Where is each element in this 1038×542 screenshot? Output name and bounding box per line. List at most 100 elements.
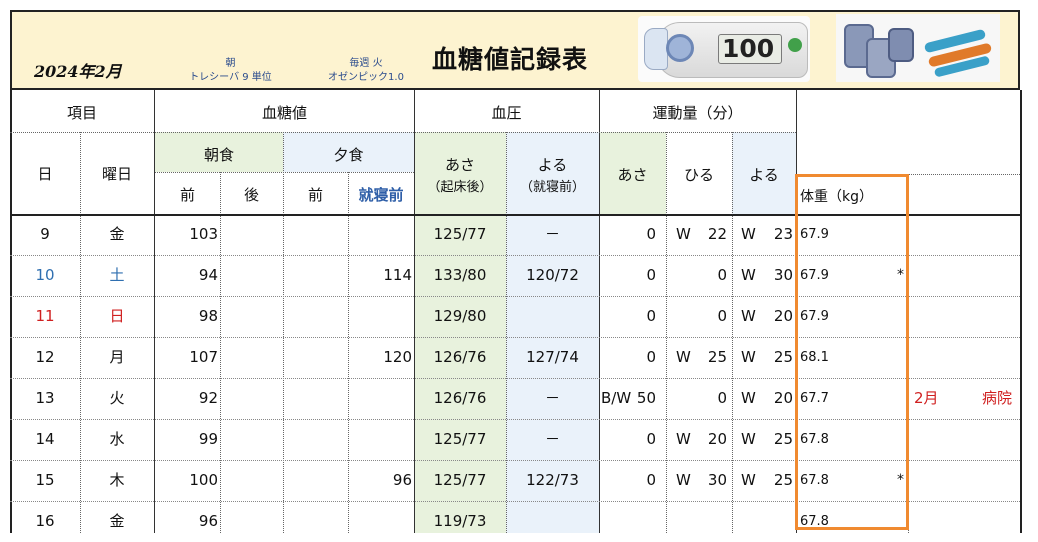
cell-ex-noon bbox=[666, 501, 727, 542]
cell-ex-night: 25 bbox=[773, 348, 793, 366]
header-bp-morning: あさ bbox=[444, 156, 475, 174]
cell-day: 16 bbox=[35, 512, 55, 530]
cell-note-event bbox=[960, 419, 1012, 460]
test-supplies-image bbox=[836, 14, 1000, 82]
cell-ex-night: 23 bbox=[773, 225, 793, 243]
cell-breakfast-after bbox=[220, 337, 281, 378]
meter-cap bbox=[644, 28, 668, 70]
medication-name: オゼンピック1.0 bbox=[328, 72, 404, 83]
cell-ex-noon: 0 bbox=[717, 307, 727, 325]
header-day: 日 bbox=[37, 165, 53, 183]
header-glucose: 血糖値 bbox=[261, 104, 307, 122]
cell-day: 9 bbox=[40, 225, 50, 243]
cell-bp-night: 127/74 bbox=[526, 348, 579, 366]
cell-bedtime: 120 bbox=[383, 348, 412, 366]
meter-reading: 100 bbox=[722, 34, 775, 63]
cell-ex-night: 20 bbox=[773, 389, 793, 407]
cell-ex-noon: 30 bbox=[707, 471, 727, 489]
cell-ex-morning: 0 bbox=[646, 430, 656, 448]
header-blood-pressure: 血圧 bbox=[491, 104, 522, 122]
cell-ex-morning: 50 bbox=[636, 389, 656, 407]
cell-breakfast-after bbox=[220, 296, 281, 337]
cell-breakfast-before: 99 bbox=[198, 430, 218, 448]
cell-ex-morning: 0 bbox=[646, 225, 656, 243]
cell-ex-noon: 20 bbox=[707, 430, 727, 448]
header-breakfast: 朝食 bbox=[203, 146, 234, 164]
cell-weekday: 月 bbox=[109, 348, 125, 366]
cell-bp-morning: 126/76 bbox=[433, 348, 487, 366]
cell-day: 12 bbox=[35, 348, 55, 366]
cell-day: 15 bbox=[35, 471, 55, 489]
cell-note-month bbox=[914, 214, 954, 255]
cell-bp-morning: 129/80 bbox=[433, 307, 487, 325]
cell-bp-night bbox=[506, 296, 599, 337]
cell-note-month bbox=[914, 255, 954, 296]
cell-bedtime bbox=[348, 214, 412, 255]
cell-bp-night bbox=[506, 501, 599, 542]
medication-timing: 毎週 火 bbox=[349, 58, 383, 69]
header-breakfast-after: 後 bbox=[243, 186, 259, 204]
header-bp-night: よる bbox=[537, 156, 568, 174]
cell-breakfast-before: 98 bbox=[198, 307, 218, 325]
cell-day: 14 bbox=[35, 430, 55, 448]
grid-line bbox=[155, 172, 414, 173]
cell-breakfast-before: 107 bbox=[189, 348, 218, 366]
cell-day: 10 bbox=[35, 266, 55, 284]
cell-breakfast-before: 100 bbox=[189, 471, 218, 489]
cell-ex-noon: 0 bbox=[717, 266, 727, 284]
sheet-title: 血糖値記録表 bbox=[432, 45, 589, 74]
cell-ex-morning: 0 bbox=[646, 348, 656, 366]
cell-ex-morning: 0 bbox=[646, 471, 656, 489]
cell-bp-morning: 125/77 bbox=[433, 430, 487, 448]
cell-ex-noon: 25 bbox=[707, 348, 727, 366]
cell-breakfast-after bbox=[220, 460, 281, 501]
header-exercise: 運動量（分） bbox=[652, 104, 743, 122]
header-ex-night: よる bbox=[749, 166, 779, 184]
weight-column-highlight bbox=[795, 174, 909, 530]
medication-timing: 朝 bbox=[225, 58, 236, 69]
cell-note-month bbox=[914, 460, 954, 501]
cell-bedtime bbox=[348, 296, 412, 337]
cell-dinner-before bbox=[283, 255, 346, 296]
cell-weekday: 水 bbox=[109, 430, 125, 448]
cell-ex-night: 30 bbox=[773, 266, 793, 284]
cell-breakfast-before: 96 bbox=[198, 512, 218, 530]
record-month: 2024年2月 bbox=[34, 62, 122, 81]
cell-note-event bbox=[960, 296, 1012, 337]
cell-bedtime: 114 bbox=[383, 266, 412, 284]
cell-note-event bbox=[960, 255, 1012, 296]
cell-bp-night: － bbox=[544, 225, 560, 243]
cell-dinner-before bbox=[283, 296, 346, 337]
cell-bp-night: 122/73 bbox=[526, 471, 579, 489]
cell-bp-morning: 126/76 bbox=[433, 389, 487, 407]
cell-breakfast-before: 103 bbox=[189, 225, 218, 243]
cell-note-month bbox=[914, 419, 954, 460]
cell-ex-morning bbox=[599, 501, 656, 542]
cell-note-month bbox=[914, 337, 954, 378]
header-bedtime: 就寝前 bbox=[358, 186, 404, 204]
header-breakfast-before: 前 bbox=[179, 186, 195, 204]
cell-ex-noon: 22 bbox=[707, 225, 727, 243]
cell-bp-night: 120/72 bbox=[526, 266, 579, 284]
cell-note-event bbox=[960, 337, 1012, 378]
lancet-drum-icon bbox=[888, 28, 914, 62]
cell-ex-night: 25 bbox=[773, 471, 793, 489]
header-bp-morning-sub: （起床後） bbox=[427, 180, 493, 195]
cell-day: 13 bbox=[35, 389, 55, 407]
grid-line bbox=[10, 132, 796, 133]
cell-bedtime bbox=[348, 501, 412, 542]
cell-ex-morning: 0 bbox=[646, 307, 656, 325]
cell-weekday: 火 bbox=[109, 389, 125, 407]
cell-note-event bbox=[960, 460, 1012, 501]
cell-breakfast-after bbox=[220, 214, 281, 255]
cell-note-event bbox=[960, 501, 1012, 542]
cell-bp-morning: 125/77 bbox=[433, 225, 487, 243]
medication-note-tresiba: 朝 トレシーバ 9 単位 bbox=[178, 57, 283, 85]
record-table: 項目 血糖値 血圧 運動量（分） 日 曜日 朝食 夕食 前 後 前 就寝前 あさ… bbox=[0, 90, 1038, 533]
cell-ex-noon: 0 bbox=[717, 389, 727, 407]
cell-bedtime bbox=[348, 378, 412, 419]
header-ex-morning: あさ bbox=[617, 166, 648, 184]
cell-dinner-before bbox=[283, 337, 346, 378]
cell-weekday: 木 bbox=[109, 471, 125, 489]
cell-breakfast-before: 94 bbox=[198, 266, 218, 284]
